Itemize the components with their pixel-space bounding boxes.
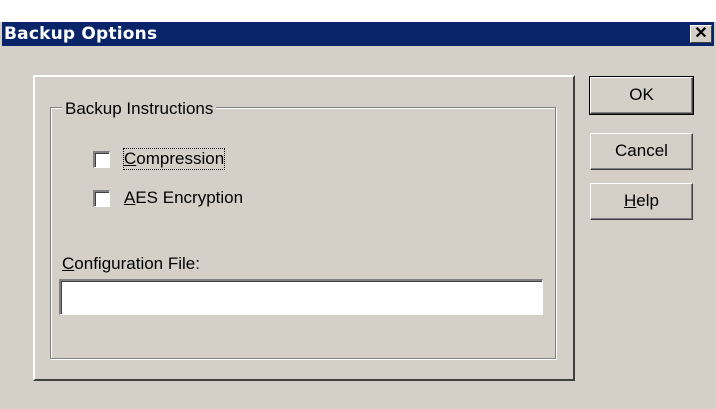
compression-option[interactable]: Compression — [93, 148, 226, 170]
configuration-file-input[interactable] — [59, 279, 543, 315]
group-label: Backup Instructions — [62, 99, 217, 119]
help-button[interactable]: Help — [590, 183, 693, 220]
backup-instructions-group — [50, 107, 556, 359]
configuration-file-label: Configuration File: — [62, 254, 200, 273]
ok-button[interactable]: OK — [589, 76, 694, 115]
window-title: Backup Options — [4, 24, 158, 44]
top-strip — [0, 0, 716, 22]
close-icon: ✕ — [694, 25, 708, 42]
title-bar[interactable]: Backup Options ✕ — [2, 22, 714, 46]
compression-label[interactable]: Compression — [122, 148, 226, 170]
aes-encryption-label[interactable]: AES Encryption — [124, 188, 243, 208]
backup-options-dialog: Backup Options ✕ Backup Instructions Com… — [0, 0, 716, 409]
close-button[interactable]: ✕ — [690, 25, 712, 43]
aes-encryption-checkbox[interactable] — [93, 189, 110, 207]
aes-encryption-option[interactable]: AES Encryption — [93, 187, 243, 209]
compression-checkbox[interactable] — [93, 150, 110, 168]
cancel-button[interactable]: Cancel — [590, 133, 693, 170]
